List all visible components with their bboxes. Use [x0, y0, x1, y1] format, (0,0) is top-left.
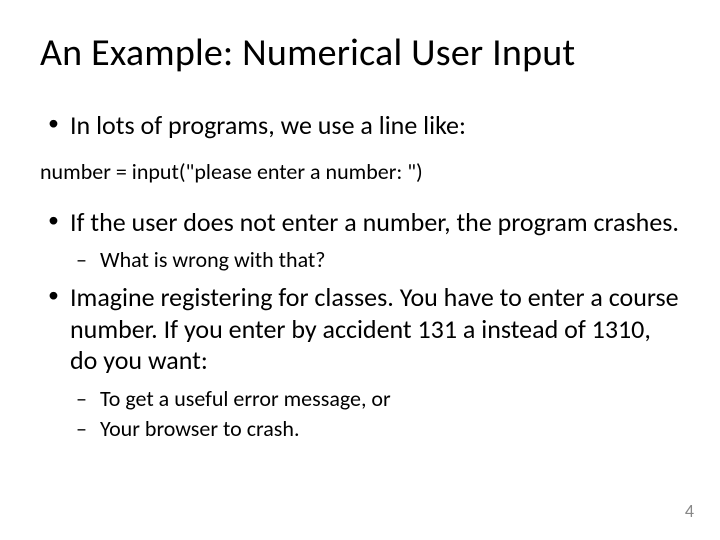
bullet-list: In lots of programs, we use a line like:	[40, 110, 680, 142]
sub-bullet-item: What is wrong with that?	[70, 246, 680, 274]
sub-bullet-list: What is wrong with that?	[70, 246, 680, 274]
bullet-text: If the user does not enter a number, the…	[70, 206, 679, 238]
page-number: 4	[685, 500, 694, 522]
sub-bullet-item: Your browser to crash.	[70, 415, 680, 443]
sub-bullet-item: To get a useful error message, or	[70, 385, 680, 413]
code-line: number = input("please enter a number: "…	[40, 158, 680, 185]
slide-title: An Example: Numerical User Input	[40, 30, 680, 76]
bullet-list: If the user does not enter a number, the…	[40, 207, 680, 442]
bullet-text: Imagine registering for classes. You hav…	[70, 281, 679, 376]
bullet-item: Imagine registering for classes. You hav…	[40, 282, 680, 442]
bullet-item: In lots of programs, we use a line like:	[40, 110, 680, 142]
sub-bullet-list: To get a useful error message, or Your b…	[70, 385, 680, 442]
slide: An Example: Numerical User Input In lots…	[0, 0, 720, 540]
bullet-item: If the user does not enter a number, the…	[40, 207, 680, 274]
